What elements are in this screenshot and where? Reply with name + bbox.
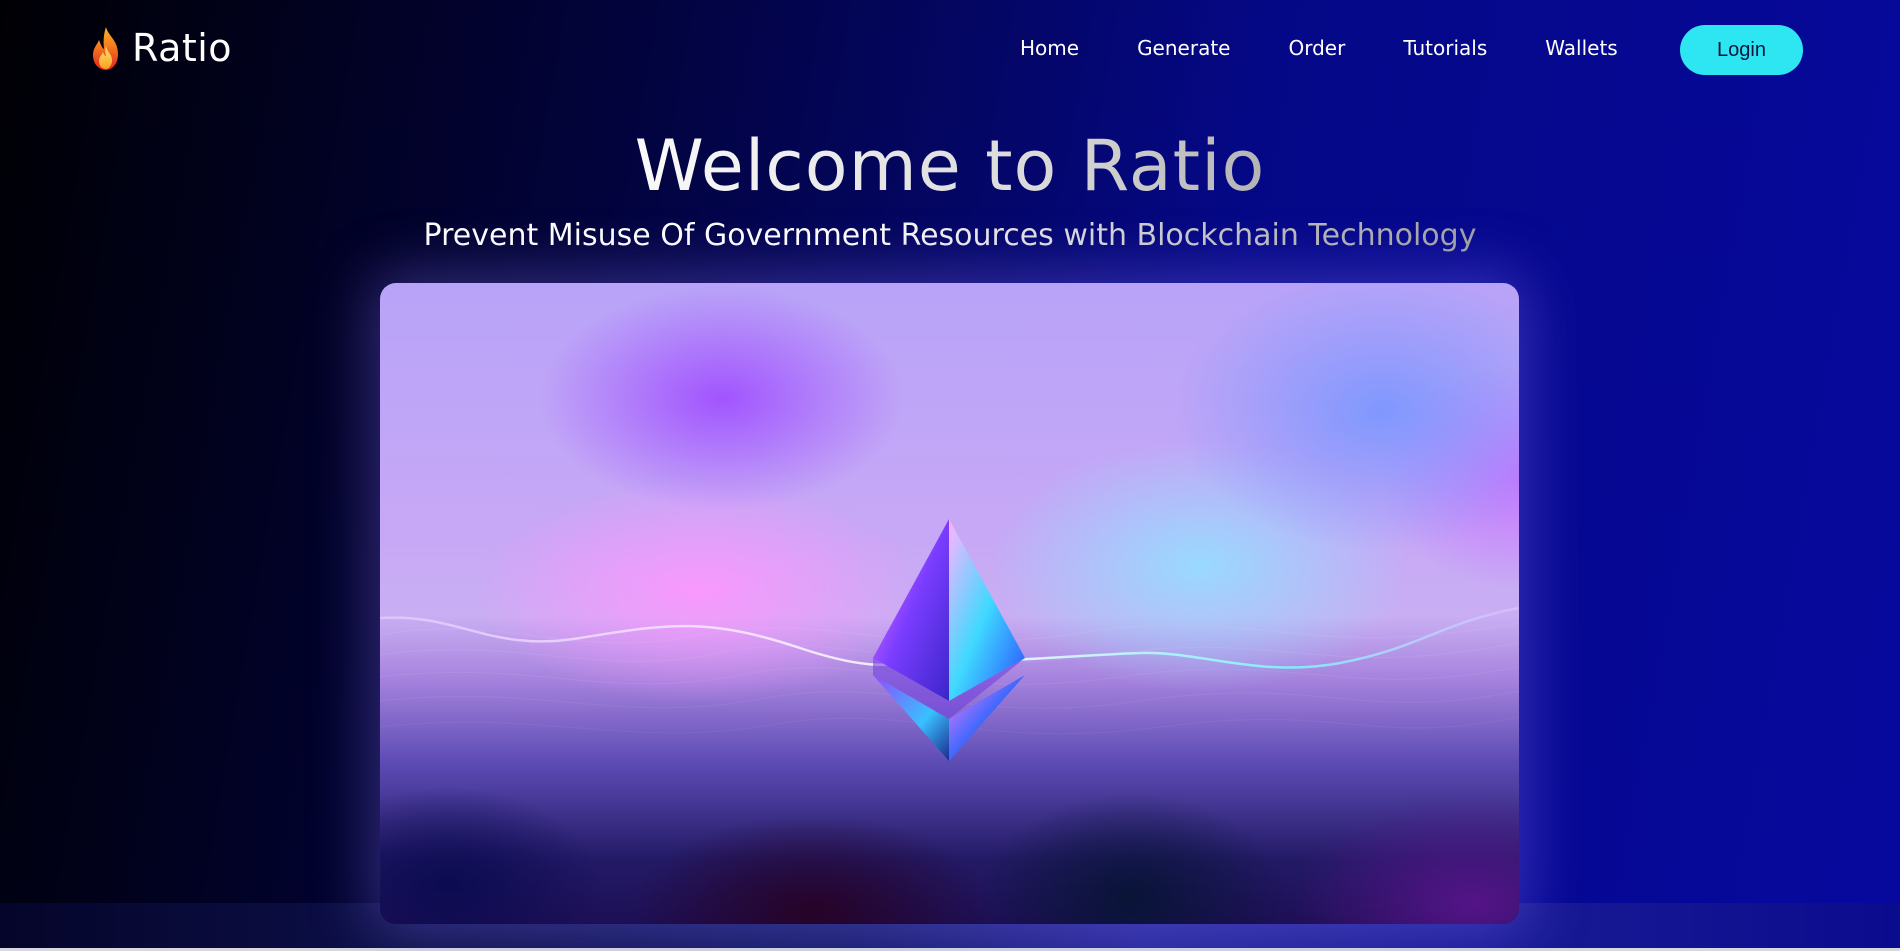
flame-icon bbox=[93, 27, 118, 70]
hero-title: Welcome to Ratio bbox=[0, 125, 1900, 207]
top-navigation: Ratio Home Generate Order Tutorials Wall… bbox=[0, 0, 1900, 100]
ethereum-diamond-icon bbox=[873, 519, 1025, 761]
hero-image bbox=[380, 283, 1519, 924]
hero-waves bbox=[380, 519, 1519, 761]
nav-link-order[interactable]: Order bbox=[1288, 36, 1345, 60]
brand-name: Ratio bbox=[132, 26, 233, 70]
brand-logo[interactable]: Ratio bbox=[88, 24, 232, 72]
nav-link-generate[interactable]: Generate bbox=[1137, 36, 1230, 60]
nav-link-tutorials[interactable]: Tutorials bbox=[1403, 36, 1487, 60]
nav-link-wallets[interactable]: Wallets bbox=[1545, 36, 1617, 60]
hero-subtitle: Prevent Misuse Of Government Resources w… bbox=[0, 218, 1900, 253]
main-menu: Home Generate Order Tutorials Wallets bbox=[1020, 36, 1676, 60]
nav-link-home[interactable]: Home bbox=[1020, 36, 1079, 60]
login-button[interactable]: Login bbox=[1680, 25, 1803, 75]
